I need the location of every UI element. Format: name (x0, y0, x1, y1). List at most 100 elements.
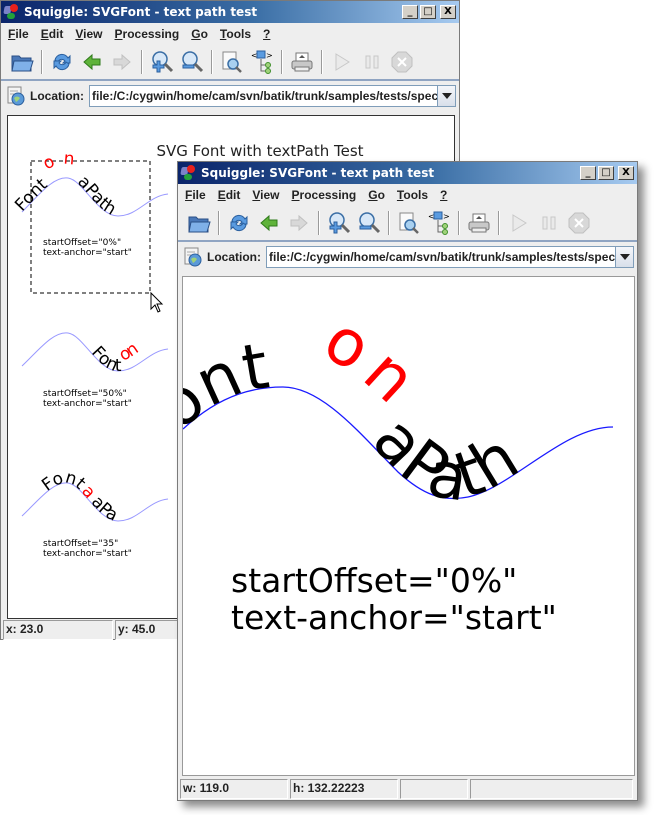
caption-text-anchor: text-anchor="start" (43, 399, 132, 409)
caption-text-anchor: text-anchor="start" (231, 598, 557, 637)
menu-edit[interactable]: Edit (36, 27, 69, 41)
toolbar: < > (1, 45, 459, 81)
path-text-highlight: on (312, 303, 430, 418)
status-height: h: 132.22223 (290, 779, 398, 799)
location-dropdown-button[interactable] (438, 85, 456, 107)
dom-viewer-button[interactable]: < > (424, 209, 454, 237)
menu-view[interactable]: View (70, 27, 107, 41)
menu-label: ools (226, 27, 252, 41)
svg-canvas[interactable]: FontonaPath startOffset="0%" text-anchor… (182, 276, 635, 776)
toolbar-separator (281, 50, 283, 74)
menu-mnemonic: E (40, 27, 49, 41)
maximize-button[interactable]: □ (598, 166, 614, 180)
open-button[interactable] (7, 48, 37, 76)
zoom-in-icon (152, 51, 174, 73)
toolbar-separator (498, 211, 500, 235)
title-bar[interactable]: Squiggle: SVGFont - text path test _ □ X (1, 1, 459, 23)
forward-button[interactable] (284, 209, 314, 237)
window-title: Squiggle: SVGFont - text path test (201, 166, 435, 180)
zoom-out-icon (182, 51, 204, 73)
zoom-out-button[interactable] (177, 48, 207, 76)
back-arrow-icon (260, 214, 278, 232)
path-text-part: aPath (358, 403, 531, 517)
menu-tools[interactable]: Tools (215, 27, 256, 41)
back-button[interactable] (254, 209, 284, 237)
print-button[interactable] (464, 209, 494, 237)
title-bar[interactable]: Squiggle: SVGFont - text path test _ □ X (178, 162, 637, 184)
open-button[interactable] (184, 209, 214, 237)
location-input[interactable]: file:/C:/cygwin/home/cam/svn/batik/trunk… (89, 85, 438, 107)
find-button[interactable] (217, 48, 247, 76)
pause-icon (542, 216, 556, 230)
menu-help[interactable]: ? (258, 27, 275, 41)
forward-arrow-icon (113, 53, 131, 71)
maximize-button[interactable]: □ (420, 5, 436, 19)
status-cell-4 (470, 779, 633, 799)
location-dropdown-button[interactable] (616, 246, 634, 268)
find-document-icon (399, 212, 419, 234)
menu-processing[interactable]: Processing (110, 27, 185, 41)
mouse-cursor-icon (150, 291, 164, 313)
location-input[interactable]: file:/C:/cygwin/home/cam/svn/batik/trunk… (266, 246, 616, 268)
forward-button[interactable] (107, 48, 137, 76)
toolbar-separator (41, 50, 43, 74)
menu-file[interactable]: File (180, 188, 211, 202)
close-button[interactable]: X (618, 166, 634, 180)
menu-tools[interactable]: Tools (392, 188, 433, 202)
pause-button[interactable] (534, 209, 564, 237)
menu-go[interactable]: Go (186, 27, 213, 41)
dom-viewer-button[interactable]: < > (247, 48, 277, 76)
zoom-out-icon (359, 212, 381, 234)
close-button[interactable]: X (440, 5, 456, 19)
location-bar: Location: file:/C:/cygwin/home/cam/svn/b… (1, 81, 459, 111)
menu-label: ools (403, 188, 429, 202)
find-button[interactable] (394, 209, 424, 237)
print-button[interactable] (287, 48, 317, 76)
zoom-out-button[interactable] (354, 209, 384, 237)
location-label: Location: (207, 250, 261, 264)
play-button[interactable] (504, 209, 534, 237)
menu-edit[interactable]: Edit (213, 188, 246, 202)
svg-document: FontonaPath startOffset="0%" text-anchor… (183, 277, 614, 637)
svg-text:>: > (443, 212, 450, 221)
menu-mnemonic: G (368, 188, 378, 202)
stop-button[interactable] (564, 209, 594, 237)
play-button[interactable] (327, 48, 357, 76)
menu-mnemonic: V (252, 188, 261, 202)
menu-help[interactable]: ? (435, 188, 452, 202)
minimize-button[interactable]: _ (402, 5, 418, 19)
zoom-in-button[interactable] (147, 48, 177, 76)
reload-button[interactable] (47, 48, 77, 76)
back-button[interactable] (77, 48, 107, 76)
squiggle-app-icon (180, 165, 197, 181)
squiggle-app-icon (3, 4, 20, 20)
print-icon (291, 52, 313, 72)
stop-button[interactable] (387, 48, 417, 76)
toolbar-separator (141, 50, 143, 74)
back-arrow-icon (83, 53, 101, 71)
menu-file[interactable]: File (3, 27, 34, 41)
reload-button[interactable] (224, 209, 254, 237)
path-text-part: aPath (70, 167, 120, 220)
window-title: Squiggle: SVGFont - text path test (24, 5, 258, 19)
menu-go[interactable]: Go (363, 188, 390, 202)
menu-view[interactable]: View (247, 188, 284, 202)
minimize-button[interactable]: _ (580, 166, 596, 180)
menu-mnemonic: P (291, 188, 300, 202)
caption-start-offset: startOffset="50%" (43, 389, 127, 399)
reload-icon (53, 53, 71, 71)
path-text-part: Font (11, 170, 55, 215)
menu-mnemonic: E (217, 188, 226, 202)
pause-button[interactable] (357, 48, 387, 76)
path-text-highlight: on (40, 149, 75, 175)
front-window: Squiggle: SVGFont - text path test _ □ X… (177, 161, 638, 801)
zoom-in-icon (329, 212, 351, 234)
zoom-in-button[interactable] (324, 209, 354, 237)
chevron-down-icon (441, 93, 452, 99)
play-icon (512, 214, 527, 232)
menu-processing[interactable]: Processing (287, 188, 362, 202)
dom-viewer-icon: < > (251, 50, 273, 74)
caption-start-offset: startOffset="35" (43, 539, 118, 549)
menu-bar: File Edit View Processing Go Tools ? (1, 23, 459, 45)
menu-mnemonic: G (191, 27, 201, 41)
